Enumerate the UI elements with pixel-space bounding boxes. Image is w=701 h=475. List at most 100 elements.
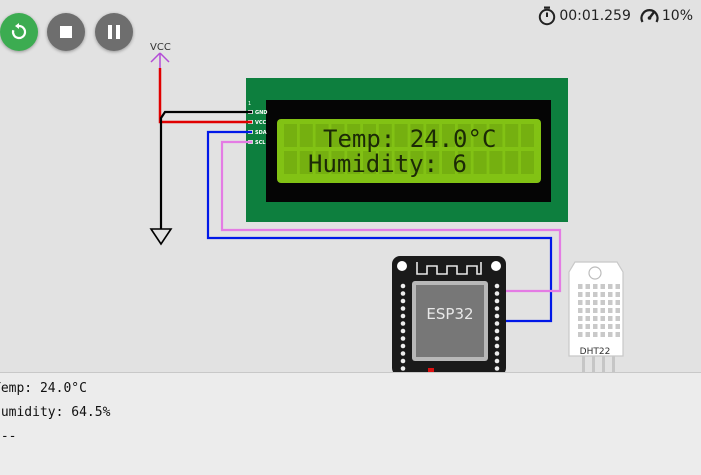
lcd-cell	[521, 151, 534, 174]
esp32-pin[interactable]	[494, 283, 500, 289]
esp32-pin[interactable]	[494, 306, 500, 311]
wire-vcc[interactable]	[158, 68, 252, 124]
lcd-cell	[473, 151, 487, 174]
lcd-cell	[284, 124, 297, 147]
dht22-vent	[608, 324, 613, 329]
esp32-pin[interactable]	[494, 313, 500, 319]
stop-button[interactable]	[47, 13, 85, 51]
dht22-vent	[615, 316, 620, 321]
dht22-vent	[593, 300, 598, 305]
esp32-pin[interactable]	[400, 366, 406, 371]
dht22-vent	[593, 292, 598, 297]
esp32-pin[interactable]	[494, 298, 500, 304]
esp32-pin[interactable]	[400, 343, 406, 349]
stop-icon	[60, 26, 72, 38]
esp32-pin[interactable]	[400, 306, 406, 311]
dht22-vent	[600, 284, 605, 289]
dht22-vent	[593, 284, 598, 289]
dht22-vent	[578, 308, 583, 313]
restart-button[interactable]	[0, 13, 38, 51]
lcd-pin-sda: SDA	[255, 130, 267, 136]
lcd-cell	[489, 151, 503, 174]
dht22-vent	[593, 332, 598, 337]
stopwatch-icon	[539, 6, 556, 26]
dht22-vent	[585, 324, 590, 329]
dht22-vent	[615, 300, 620, 305]
lcd-module[interactable]: Temp: 24.0°C Humidity: 6 1 GND VCC SDA S…	[246, 78, 568, 222]
dht22-vent	[585, 308, 590, 313]
dht22-vent	[600, 300, 605, 305]
esp32-pin[interactable]	[400, 328, 406, 334]
dht22-vent	[578, 332, 583, 337]
esp32-pin[interactable]	[400, 336, 406, 341]
pause-button[interactable]	[95, 13, 133, 51]
lcd-line-2: Humidity: 6	[308, 150, 467, 178]
serial-line: Temp: 24.0°C	[0, 381, 87, 396]
dht22-sensor[interactable]: DHT22	[568, 261, 624, 372]
dht22-vent	[615, 284, 620, 289]
lcd-cell	[505, 124, 519, 147]
esp32-pin[interactable]	[494, 358, 500, 364]
dht22-vent	[615, 292, 620, 297]
dht22-vent	[593, 308, 598, 313]
speedometer-icon	[640, 9, 659, 23]
dht22-vent	[608, 284, 613, 289]
esp32-board[interactable]: ESP32	[392, 256, 506, 372]
timer-value: 00:01.259	[559, 8, 631, 24]
esp32-pin[interactable]	[494, 291, 500, 296]
lcd-cell	[284, 151, 297, 174]
vcc-label: VCC	[150, 42, 171, 53]
lcd-cell	[505, 151, 519, 174]
timer-display: 00:01.259	[537, 6, 631, 26]
dht22-vent	[585, 284, 590, 289]
simulation-canvas[interactable]: VCC Temp: 24.0°C Humidity: 6 1 GND VCC S…	[0, 0, 701, 372]
lcd-cell	[299, 124, 313, 147]
esp32-pin[interactable]	[400, 313, 406, 319]
lcd-pin-scl: SCL	[255, 140, 266, 146]
dht22-vent	[600, 308, 605, 313]
dht22-vent	[585, 292, 590, 297]
restart-icon	[11, 23, 27, 40]
lcd-pin-vcc: VCC	[255, 120, 267, 126]
dht22-vent	[578, 324, 583, 329]
dht22-vent	[608, 308, 613, 313]
speed-value: 10%	[661, 8, 693, 24]
serial-line: Humidity: 64.5%	[0, 405, 111, 420]
dht22-vent	[608, 332, 613, 337]
dht22-vent	[593, 324, 598, 329]
esp32-pin[interactable]	[494, 351, 500, 356]
esp32-pin[interactable]	[494, 321, 500, 326]
dht22-vent	[585, 300, 590, 305]
dht22-vent	[615, 308, 620, 313]
dht22-vent	[585, 316, 590, 321]
vcc-symbol	[150, 52, 170, 68]
esp32-pin[interactable]	[400, 358, 406, 364]
dht22-vent	[615, 324, 620, 329]
esp32-pin[interactable]	[400, 298, 406, 304]
lcd-cell	[521, 124, 534, 147]
esp32-pin[interactable]	[494, 343, 500, 349]
lcd-pin-header: 1	[248, 101, 251, 107]
dht22-vent	[578, 300, 583, 305]
wire-gnd[interactable]	[159, 110, 252, 229]
serial-line: ---	[0, 429, 17, 444]
dht22-vent	[578, 284, 583, 289]
dht22-vent	[600, 324, 605, 329]
dht22-vent	[600, 292, 605, 297]
dht22-vent	[608, 316, 613, 321]
esp32-pin[interactable]	[400, 291, 406, 296]
dht22-vent	[600, 316, 605, 321]
esp32-pin[interactable]	[494, 366, 500, 371]
dht22-vent	[593, 316, 598, 321]
esp32-pin[interactable]	[400, 321, 406, 326]
pause-icon	[108, 25, 120, 39]
serial-monitor[interactable]: Temp: 24.0°C Humidity: 64.5% ---	[0, 372, 701, 475]
dht22-vent	[608, 300, 613, 305]
esp32-label: ESP32	[426, 305, 473, 323]
circuit-diagram: VCC Temp: 24.0°C Humidity: 6 1 GND VCC S…	[149, 42, 624, 372]
esp32-pin[interactable]	[494, 336, 500, 341]
esp32-pin[interactable]	[494, 328, 500, 334]
dht22-vent	[608, 292, 613, 297]
esp32-pin[interactable]	[400, 351, 406, 356]
esp32-pin[interactable]	[400, 283, 406, 289]
